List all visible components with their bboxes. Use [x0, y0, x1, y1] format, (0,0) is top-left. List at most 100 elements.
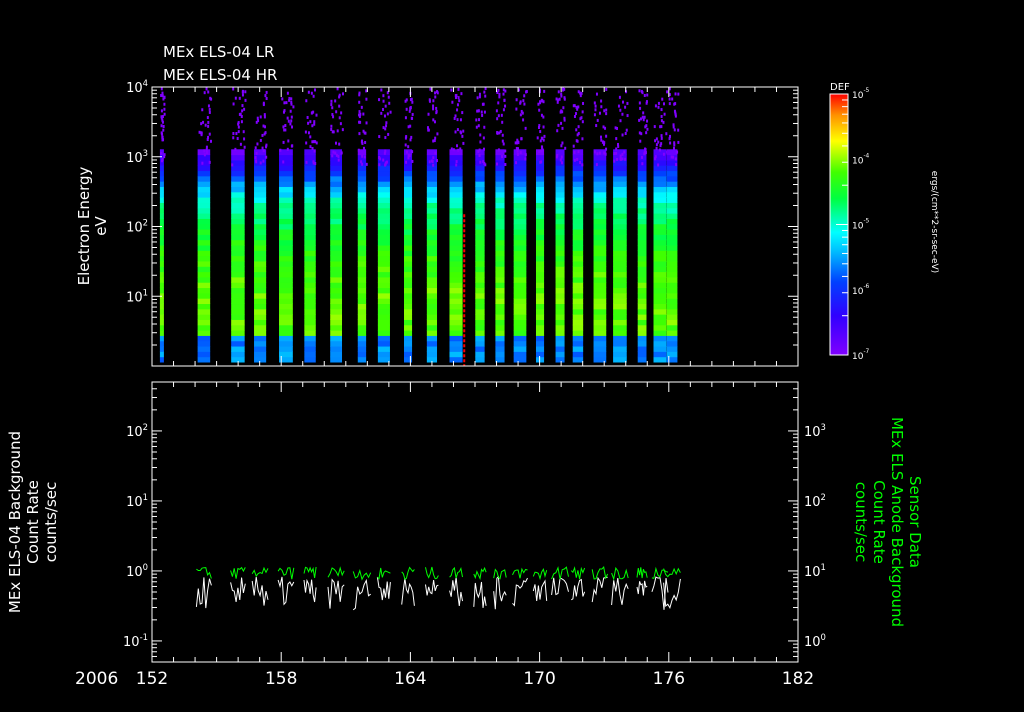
spectrogram-cell: [593, 298, 607, 305]
spectrogram-cell: [535, 245, 545, 251]
pass-strip: [572, 90, 585, 363]
spectrogram-dot: [617, 104, 620, 108]
spectrogram-cell: [666, 250, 678, 257]
spectrogram-cell: [653, 260, 667, 267]
spectrogram-dot: [618, 95, 621, 99]
spectrogram-cell: [377, 271, 390, 278]
spectrogram-cell: [555, 250, 565, 257]
spectrogram-cell: [330, 276, 343, 283]
spectrogram-cell: [555, 218, 565, 225]
spectrogram-cell: [513, 197, 527, 203]
spectrogram-cell: [449, 308, 463, 315]
spectrogram-dot: [259, 161, 262, 165]
spectrogram-cell: [475, 197, 485, 203]
spectrogram-dot: [290, 97, 293, 101]
spectrogram-dot: [305, 160, 308, 164]
spectrogram-dot: [282, 140, 285, 144]
spectrogram-dot: [378, 163, 381, 167]
spectrogram-cell: [377, 181, 390, 188]
spectrogram-cell: [535, 266, 545, 273]
spectrogram-dot: [407, 153, 410, 157]
spectrogram-dot: [657, 105, 660, 109]
spectrogram-cell: [535, 207, 545, 214]
spectrogram-cell: [653, 346, 667, 352]
spectrogram-dot: [357, 148, 360, 152]
spectrogram-cell: [426, 234, 438, 241]
spectrogram-dot: [655, 137, 658, 141]
spectrogram-dot: [309, 120, 312, 124]
spectrogram-dot: [516, 141, 519, 145]
series-line-segment: [425, 580, 439, 596]
spectrogram-cell: [653, 351, 667, 358]
spectrogram-cell: [475, 239, 485, 246]
spectrogram-dot: [663, 102, 666, 106]
spectrogram-dot: [455, 160, 458, 164]
spectrogram-cell: [279, 250, 293, 257]
spectrogram-cell: [495, 213, 505, 219]
spectrogram-cell: [330, 245, 343, 251]
spectrogram-dot: [540, 145, 543, 149]
spectrogram-dot: [660, 108, 663, 112]
spectrogram-dot: [411, 159, 414, 163]
spectrogram-cell: [495, 175, 505, 182]
spectrogram-dot: [674, 102, 677, 106]
spectrogram-cell: [555, 234, 565, 241]
spectrogram-dot: [432, 104, 435, 108]
spectrogram-dot: [660, 114, 663, 118]
pass-strip: [404, 91, 414, 363]
spectrogram-cell: [197, 308, 211, 315]
pass-strip: [304, 88, 318, 363]
spectrogram-cell: [330, 234, 343, 241]
spectrogram-cell: [449, 255, 463, 262]
spectrogram-cell: [637, 260, 647, 267]
spectrogram-cell: [637, 271, 647, 278]
spectrogram-cell: [330, 239, 343, 246]
spectrogram-cell: [377, 239, 390, 246]
spectrogram-dot: [235, 132, 238, 136]
spectrogram-dot: [520, 137, 523, 141]
spectrogram-cell: [404, 308, 413, 315]
spectrogram-cell: [197, 255, 211, 262]
spectrogram-cell: [304, 292, 316, 299]
tick-label: 102: [804, 492, 826, 510]
spectrogram-dot: [428, 160, 431, 164]
spectrogram-cell: [593, 170, 607, 177]
spectrogram-cell: [555, 266, 565, 273]
spectrogram-cell: [357, 298, 367, 305]
spectrogram-cell: [426, 266, 438, 273]
tick-label: 101: [126, 287, 148, 305]
spectrogram-cell: [279, 314, 293, 320]
tick-label: 10-5: [852, 219, 870, 232]
spectrogram-cell: [513, 250, 527, 257]
spectrogram-cell: [377, 282, 390, 289]
spectrogram-cell: [475, 346, 485, 352]
spectrogram-dot: [562, 106, 565, 110]
pass-strip: [377, 88, 392, 363]
spectrogram-cell: [613, 218, 627, 225]
spectrogram-cell: [254, 271, 267, 278]
spectrogram-dot: [600, 99, 603, 103]
series-line-segment: [493, 575, 507, 610]
series-line-segment: [473, 581, 487, 608]
spectrogram-cell: [572, 191, 584, 198]
x-tick-label: 176: [653, 669, 685, 689]
spectrogram-cell: [159, 314, 164, 320]
spectrogram-cell: [475, 303, 485, 310]
spectrogram-dot: [672, 125, 675, 129]
spectrogram-cell: [231, 170, 245, 177]
series-line-segment: [327, 566, 345, 578]
spectrogram-dot: [382, 158, 385, 162]
spectrogram-dot: [363, 131, 366, 135]
title-lr: MEx ELS-04 LR: [163, 43, 274, 61]
spectrogram-cell: [330, 202, 343, 209]
spectrogram-cell: [653, 276, 667, 283]
spectrogram-dot: [459, 147, 462, 151]
series-line-segment: [551, 577, 569, 596]
spectrogram-dot: [482, 160, 485, 164]
spectrogram-cell: [613, 319, 627, 326]
spectrogram-cell: [535, 319, 545, 326]
spectrogram-cell: [330, 186, 343, 193]
spectrogram-dot: [504, 104, 507, 108]
svg-text:MEx ELS-04 Background: MEx ELS-04 Background: [6, 431, 24, 613]
spectrogram-dot: [404, 143, 407, 147]
